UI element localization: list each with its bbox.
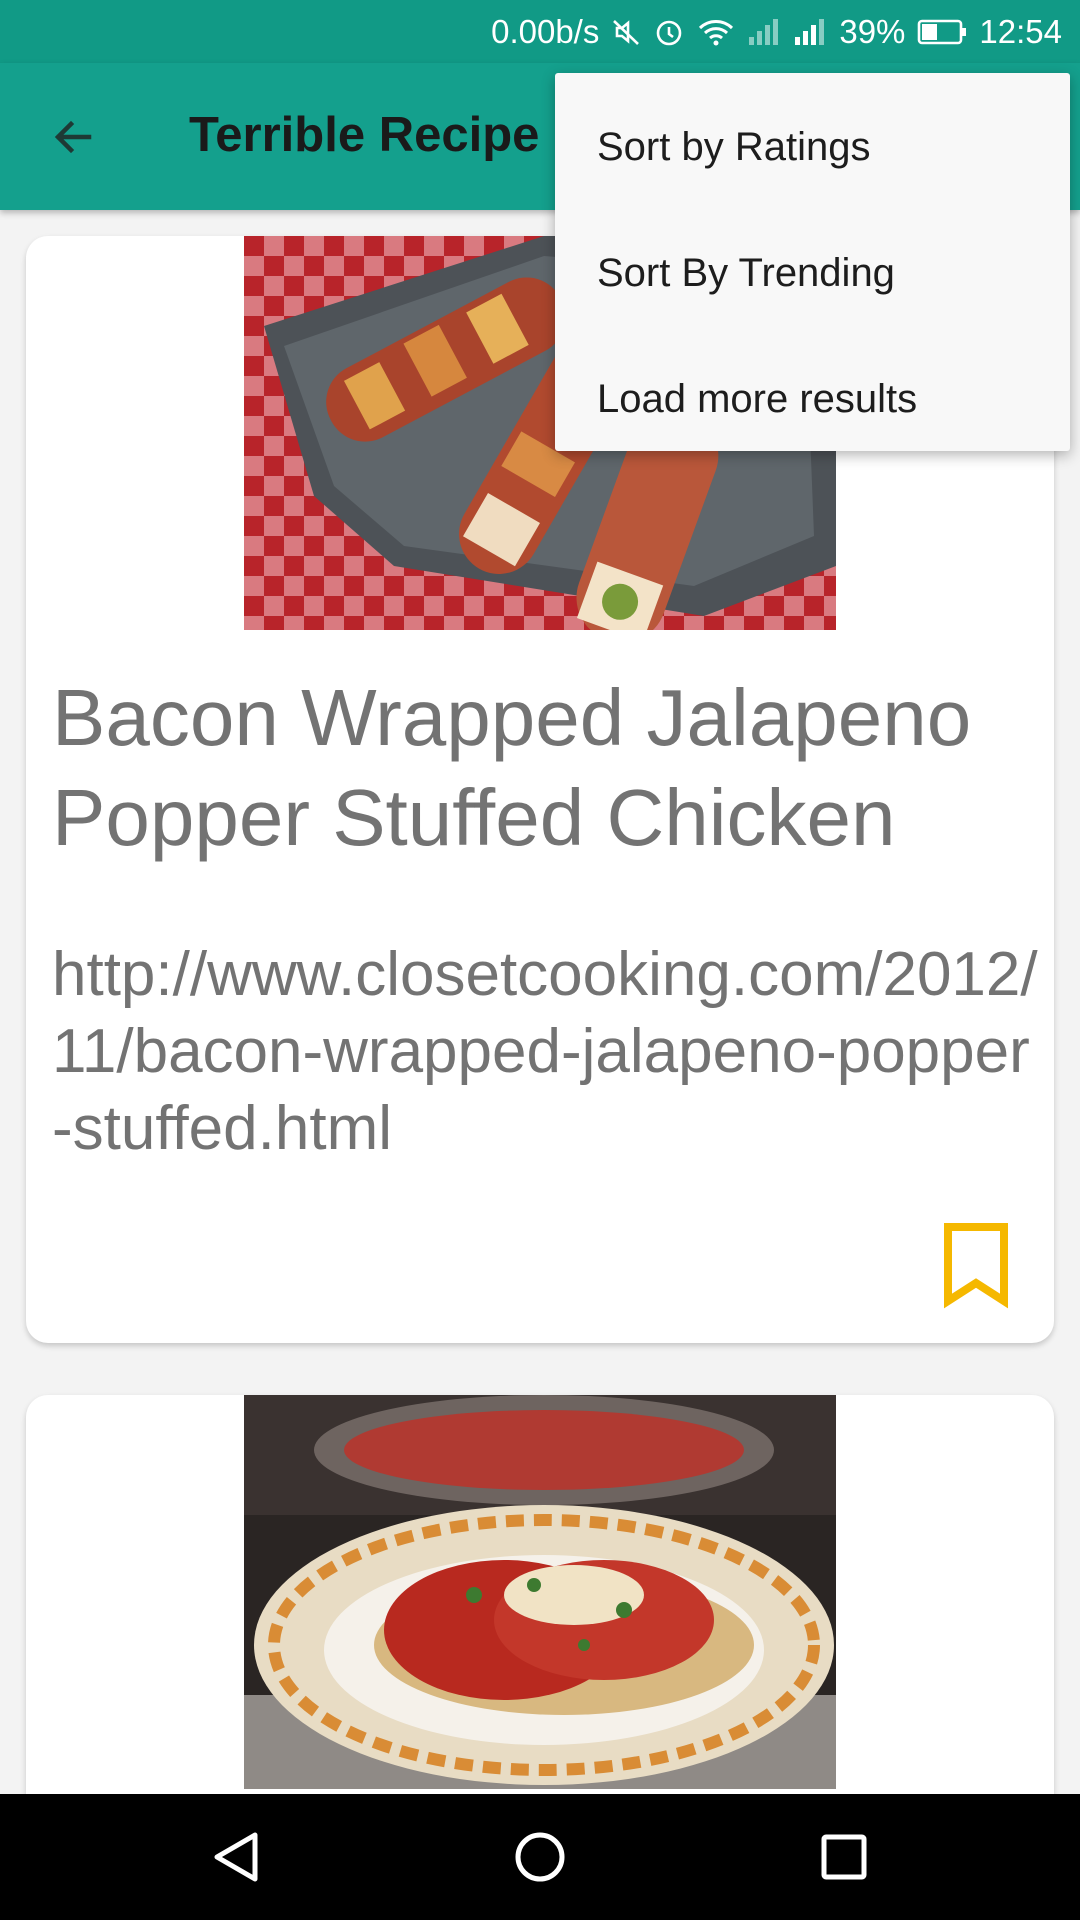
signal-icon	[793, 17, 827, 47]
page-title: Terrible Recipe	[189, 108, 540, 162]
signal-icon	[747, 17, 781, 47]
status-bar: 0.00b/s 39% 12:54	[0, 0, 1080, 63]
nav-recents-icon	[821, 1834, 867, 1880]
recipe-url[interactable]: http://www.closetcooking.com/2012/11/bac…	[52, 936, 1042, 1167]
recipe-title[interactable]: Bacon Wrapped Jalapeno Popper Stuffed Ch…	[52, 668, 1042, 868]
nav-recents-button[interactable]	[812, 1825, 876, 1889]
bookmark-button[interactable]	[938, 1221, 1014, 1311]
back-button[interactable]	[36, 100, 110, 174]
battery-percent: 39%	[839, 12, 906, 50]
overflow-menu: Sort by Ratings Sort By Trending Load mo…	[555, 73, 1070, 451]
navigation-bar	[0, 1794, 1080, 1920]
menu-item-sort-trending[interactable]: Sort By Trending	[555, 210, 1070, 336]
bookmark-icon	[944, 1223, 1008, 1309]
wifi-icon	[697, 17, 735, 47]
clock: 12:54	[979, 12, 1062, 50]
nav-back-icon	[214, 1832, 258, 1882]
nav-home-icon	[515, 1832, 565, 1882]
arrow-back-icon	[54, 120, 92, 154]
menu-item-load-more[interactable]: Load more results	[555, 336, 1070, 462]
alarm-icon	[653, 16, 685, 48]
mute-icon	[611, 17, 641, 47]
network-speed: 0.00b/s	[491, 12, 600, 50]
menu-item-sort-ratings[interactable]: Sort by Ratings	[555, 84, 1070, 210]
nav-home-button[interactable]	[508, 1825, 572, 1889]
nav-back-button[interactable]	[204, 1825, 268, 1889]
recipe-card[interactable]	[26, 1395, 1054, 1794]
recipe-image	[244, 1395, 836, 1789]
battery-icon	[917, 18, 967, 46]
